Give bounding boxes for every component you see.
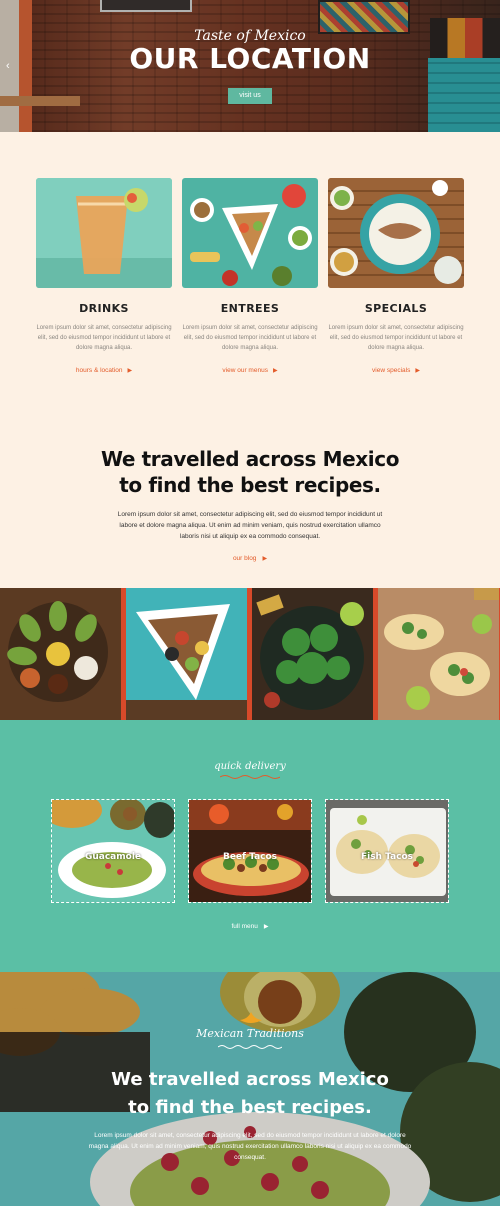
gallery-image-salad[interactable] [252, 588, 374, 720]
chevron-right-icon: ▶ [262, 556, 268, 562]
feature-title: DRINKS [79, 302, 129, 315]
chevron-right-icon: ▶ [263, 924, 269, 930]
gallery-image-tacos[interactable] [378, 588, 500, 720]
hours-location-link[interactable]: hours & location ▶ [36, 367, 172, 374]
delivery-title: quick delivery [214, 761, 286, 772]
hero-banner: ‹ Taste of Mexico OUR LOCATION visit us [0, 0, 500, 132]
view-specials-link[interactable]: view specials ▶ [328, 367, 464, 374]
feature-text: Lorem ipsum dolor sit amet, consectetur … [328, 325, 464, 351]
delivery-item-label: Fish Tacos [360, 852, 414, 862]
traditions-text: Lorem ipsum dolor sit amet, consectetur … [88, 1132, 412, 1161]
quick-delivery-section: quick delivery Guacamole Beef Tacos Fish… [0, 720, 500, 972]
view-menus-link[interactable]: view our menus ▶ [182, 367, 318, 374]
entrees-image [182, 178, 318, 288]
delivery-item-label: Beef Tacos [222, 852, 278, 862]
gallery-image-avocado-platter[interactable] [0, 588, 122, 720]
wave-divider-icon [220, 775, 280, 779]
traditions-subtitle: Mexican Traditions [196, 1027, 304, 1040]
feature-card-specials: SPECIALS Lorem ipsum dolor sit amet, con… [328, 178, 464, 374]
feature-text: Lorem ipsum dolor sit amet, consectetur … [182, 325, 318, 351]
recipes-text: Lorem ipsum dolor sit amet, consectetur … [117, 511, 383, 540]
feature-card-entrees: ENTREES Lorem ipsum dolor sit amet, cons… [182, 178, 318, 374]
feature-title: ENTREES [220, 302, 280, 315]
sombrero-icon [240, 1012, 262, 1023]
delivery-item-label: Guacamole [84, 852, 142, 862]
traditions-heading: We travelled across Mexico to find the b… [111, 1069, 389, 1118]
our-blog-link[interactable]: our blog ▶ [0, 555, 500, 562]
drink-image [36, 178, 172, 288]
wave-divider-icon [218, 1045, 282, 1049]
delivery-card-fish-tacos[interactable]: Fish Tacos [325, 799, 449, 903]
chevron-right-icon: ▶ [127, 368, 133, 374]
hero-title: OUR LOCATION [129, 42, 371, 75]
visit-us-button[interactable]: visit us [228, 88, 272, 104]
traditions-section: Mexican Traditions We travelled across M… [0, 972, 500, 1206]
full-menu-link[interactable]: full menu ▶ [0, 923, 500, 930]
feature-text: Lorem ipsum dolor sit amet, consectetur … [36, 325, 172, 351]
recipes-heading: We travelled across Mexico to find the b… [100, 447, 400, 497]
feature-title: SPECIALS [364, 302, 428, 315]
chevron-right-icon: ▶ [272, 368, 278, 374]
delivery-card-guacamole[interactable]: Guacamole [51, 799, 175, 903]
feature-card-drinks: DRINKS Lorem ipsum dolor sit amet, conse… [36, 178, 172, 374]
food-gallery [0, 588, 500, 720]
gallery-image-bowl[interactable] [126, 588, 248, 720]
chevron-right-icon: ▶ [415, 368, 420, 374]
delivery-card-beef-tacos[interactable]: Beef Tacos [188, 799, 312, 903]
specials-image [328, 178, 464, 288]
